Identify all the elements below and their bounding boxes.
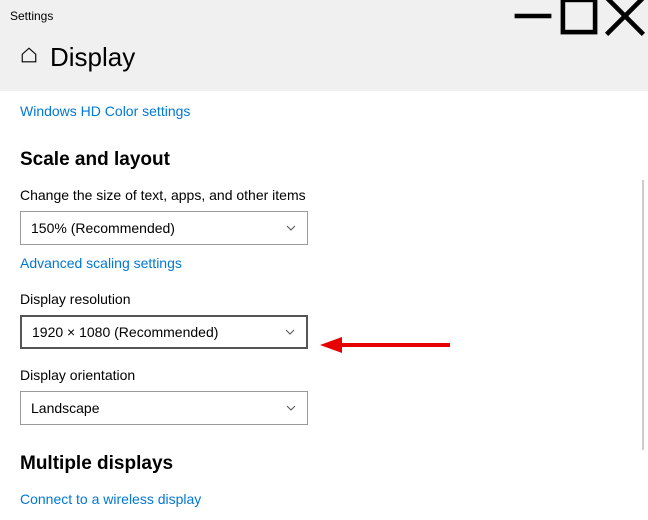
window-controls <box>510 0 648 32</box>
hd-color-link[interactable]: Windows HD Color settings <box>20 103 190 119</box>
maximize-button[interactable] <box>556 0 602 32</box>
scale-layout-heading: Scale and layout <box>20 149 628 171</box>
orientation-select[interactable]: Landscape <box>20 391 308 425</box>
resolution-label: Display resolution <box>20 291 628 307</box>
advanced-scaling-link[interactable]: Advanced scaling settings <box>20 255 182 271</box>
orientation-value: Landscape <box>31 400 100 416</box>
orientation-label: Display orientation <box>20 367 628 383</box>
resolution-select[interactable]: 1920 × 1080 (Recommended) <box>20 315 308 349</box>
titlebar: Settings <box>0 0 648 32</box>
window-title: Settings <box>10 9 53 23</box>
page-header: Display <box>0 32 648 91</box>
scrollbar[interactable] <box>642 180 644 450</box>
chevron-down-icon <box>284 326 296 338</box>
content-area: Windows HD Color settings Scale and layo… <box>0 91 648 509</box>
minimize-button[interactable] <box>510 0 556 32</box>
resolution-value: 1920 × 1080 (Recommended) <box>32 324 218 340</box>
page-title: Display <box>50 42 135 73</box>
chevron-down-icon <box>285 222 297 234</box>
scale-label: Change the size of text, apps, and other… <box>20 187 628 203</box>
home-icon[interactable] <box>20 46 38 69</box>
chevron-down-icon <box>285 402 297 414</box>
multiple-displays-heading: Multiple displays <box>20 453 628 475</box>
scale-select[interactable]: 150% (Recommended) <box>20 211 308 245</box>
wireless-display-link[interactable]: Connect to a wireless display <box>20 491 201 507</box>
scale-value: 150% (Recommended) <box>31 220 175 236</box>
close-button[interactable] <box>602 0 648 32</box>
